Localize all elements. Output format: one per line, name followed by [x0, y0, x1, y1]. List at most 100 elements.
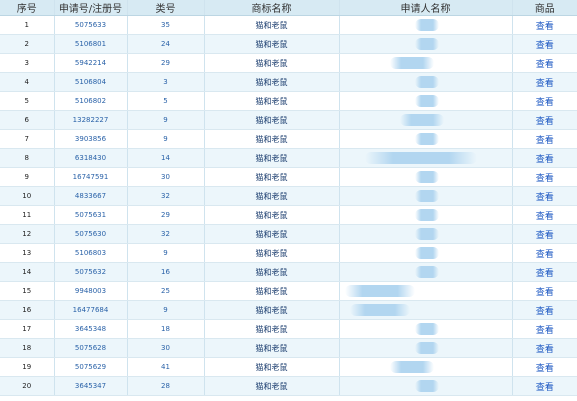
- view-goods-link[interactable]: 查看: [512, 281, 577, 301]
- cell-application-number[interactable]: 3645348: [54, 319, 128, 339]
- cell-application-number[interactable]: 5075629: [54, 357, 128, 377]
- view-goods-link[interactable]: 查看: [512, 186, 577, 206]
- cell-application-number[interactable]: 3645347: [54, 376, 128, 396]
- redacted-applicant-blur: [414, 133, 439, 145]
- cell-index: 14: [0, 262, 55, 282]
- cell-application-number[interactable]: 5106804: [54, 72, 128, 92]
- cell-application-number[interactable]: 5075631: [54, 205, 128, 225]
- cell-trademark-name[interactable]: 猫和老鼠: [204, 281, 340, 301]
- cell-class-number: 9: [127, 110, 205, 130]
- view-goods-link[interactable]: 查看: [512, 205, 577, 225]
- view-goods-link[interactable]: 查看: [512, 91, 577, 111]
- redacted-applicant-blur: [414, 95, 439, 107]
- cell-application-number[interactable]: 5075633: [54, 15, 128, 35]
- view-goods-link[interactable]: 查看: [512, 357, 577, 377]
- cell-application-number[interactable]: 5106803: [54, 243, 128, 263]
- cell-applicant-name: [339, 15, 513, 35]
- cell-class-number: 5: [127, 91, 205, 111]
- table-body: 1 5075633 35 猫和老鼠 查看 2 5106801 24 猫和老鼠 查看 3 5942214…: [0, 15, 577, 396]
- cell-trademark-name[interactable]: 猫和老鼠: [204, 53, 340, 73]
- cell-index: 13: [0, 243, 55, 263]
- cell-applicant-name: [339, 91, 513, 111]
- cell-trademark-name[interactable]: 猫和老鼠: [204, 91, 340, 111]
- cell-application-number[interactable]: 16747591: [54, 167, 128, 187]
- cell-trademark-name[interactable]: 猫和老鼠: [204, 300, 340, 320]
- cell-trademark-name[interactable]: 猫和老鼠: [204, 72, 340, 92]
- cell-applicant-name: [339, 167, 513, 187]
- redacted-applicant-blur: [349, 304, 410, 316]
- cell-application-number[interactable]: 5106801: [54, 34, 128, 54]
- cell-applicant-name: [339, 338, 513, 358]
- view-goods-link[interactable]: 查看: [512, 129, 577, 149]
- cell-application-number[interactable]: 16477684: [54, 300, 128, 320]
- view-goods-link[interactable]: 查看: [512, 53, 577, 73]
- cell-index: 15: [0, 281, 55, 301]
- cell-trademark-name[interactable]: 猫和老鼠: [204, 338, 340, 358]
- view-goods-link[interactable]: 查看: [512, 224, 577, 244]
- cell-trademark-name[interactable]: 猫和老鼠: [204, 357, 340, 377]
- view-goods-link[interactable]: 查看: [512, 167, 577, 187]
- cell-application-number[interactable]: 5075632: [54, 262, 128, 282]
- cell-class-number: 9: [127, 129, 205, 149]
- cell-class-number: 28: [127, 376, 205, 396]
- view-goods-link[interactable]: 查看: [512, 148, 577, 168]
- cell-application-number[interactable]: 13282227: [54, 110, 128, 130]
- cell-applicant-name: [339, 357, 513, 377]
- cell-trademark-name[interactable]: 猫和老鼠: [204, 129, 340, 149]
- cell-applicant-name: [339, 243, 513, 263]
- cell-trademark-name[interactable]: 猫和老鼠: [204, 243, 340, 263]
- cell-applicant-name: [339, 205, 513, 225]
- table-row: 4 5106804 3 猫和老鼠 查看: [0, 72, 577, 92]
- cell-index: 19: [0, 357, 55, 377]
- cell-trademark-name[interactable]: 猫和老鼠: [204, 186, 340, 206]
- view-goods-link[interactable]: 查看: [512, 262, 577, 282]
- view-goods-link[interactable]: 查看: [512, 338, 577, 358]
- view-goods-link[interactable]: 查看: [512, 300, 577, 320]
- cell-class-number: 25: [127, 281, 205, 301]
- cell-index: 6: [0, 110, 55, 130]
- header-goods: 商品: [512, 0, 577, 16]
- cell-trademark-name[interactable]: 猫和老鼠: [204, 110, 340, 130]
- cell-trademark-name[interactable]: 猫和老鼠: [204, 205, 340, 225]
- cell-class-number: 24: [127, 34, 205, 54]
- view-goods-link[interactable]: 查看: [512, 319, 577, 339]
- cell-trademark-name[interactable]: 猫和老鼠: [204, 224, 340, 244]
- cell-applicant-name: [339, 110, 513, 130]
- cell-application-number[interactable]: 4833667: [54, 186, 128, 206]
- cell-trademark-name[interactable]: 猫和老鼠: [204, 167, 340, 187]
- cell-applicant-name: [339, 148, 513, 168]
- cell-application-number[interactable]: 6318430: [54, 148, 128, 168]
- cell-application-number[interactable]: 5075630: [54, 224, 128, 244]
- cell-trademark-name[interactable]: 猫和老鼠: [204, 376, 340, 396]
- redacted-applicant-blur: [414, 209, 439, 221]
- view-goods-link[interactable]: 查看: [512, 15, 577, 35]
- cell-index: 7: [0, 129, 55, 149]
- cell-index: 4: [0, 72, 55, 92]
- view-goods-link[interactable]: 查看: [512, 72, 577, 92]
- cell-trademark-name[interactable]: 猫和老鼠: [204, 319, 340, 339]
- view-goods-link[interactable]: 查看: [512, 110, 577, 130]
- view-goods-link[interactable]: 查看: [512, 376, 577, 396]
- cell-class-number: 30: [127, 167, 205, 187]
- cell-application-number[interactable]: 5075628: [54, 338, 128, 358]
- cell-trademark-name[interactable]: 猫和老鼠: [204, 15, 340, 35]
- cell-index: 8: [0, 148, 55, 168]
- cell-application-number[interactable]: 5942214: [54, 53, 128, 73]
- view-goods-link[interactable]: 查看: [512, 243, 577, 263]
- cell-index: 2: [0, 34, 55, 54]
- cell-class-number: 32: [127, 186, 205, 206]
- table-row: 20 3645347 28 猫和老鼠 查看: [0, 376, 577, 396]
- cell-trademark-name[interactable]: 猫和老鼠: [204, 262, 340, 282]
- table-row: 6 13282227 9 猫和老鼠 查看: [0, 110, 577, 130]
- cell-class-number: 9: [127, 243, 205, 263]
- cell-application-number[interactable]: 3903856: [54, 129, 128, 149]
- cell-trademark-name[interactable]: 猫和老鼠: [204, 34, 340, 54]
- cell-trademark-name[interactable]: 猫和老鼠: [204, 148, 340, 168]
- cell-index: 12: [0, 224, 55, 244]
- cell-index: 18: [0, 338, 55, 358]
- redacted-applicant-blur: [414, 76, 439, 88]
- view-goods-link[interactable]: 查看: [512, 34, 577, 54]
- table-row: 17 3645348 18 猫和老鼠 查看: [0, 319, 577, 339]
- cell-application-number[interactable]: 9948003: [54, 281, 128, 301]
- cell-application-number[interactable]: 5106802: [54, 91, 128, 111]
